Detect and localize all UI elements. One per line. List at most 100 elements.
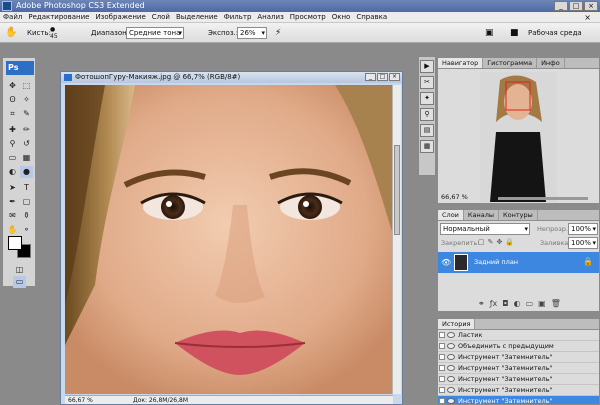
ps-logo: Ps xyxy=(6,61,34,75)
history-item-selected[interactable]: Инструмент "Затемнитель" xyxy=(438,396,599,404)
tab-channels[interactable]: Каналы xyxy=(464,210,500,220)
history-item[interactable]: Инструмент "Затемнитель" xyxy=(438,385,599,396)
tool-presets-icon[interactable]: ✂ xyxy=(420,76,434,89)
menu-edit[interactable]: Редактирование xyxy=(25,12,92,22)
dodge-burn-tool-icon[interactable]: ● xyxy=(20,166,33,178)
doc-size-info[interactable]: Док: 26,8M/26,8M xyxy=(133,396,188,405)
history-item[interactable]: Инструмент "Затемнитель" xyxy=(438,363,599,374)
burn-tool-icon[interactable]: ✋ xyxy=(5,27,17,39)
history-item[interactable]: Ластик xyxy=(438,330,599,341)
marquee-tool-icon[interactable]: ⬚ xyxy=(20,80,33,92)
layer-mask-icon[interactable]: ◘ xyxy=(502,299,508,308)
layer-comps-icon[interactable]: ▦ xyxy=(420,140,434,153)
layer-style-icon[interactable]: ƒx xyxy=(490,299,498,308)
maximize-button[interactable]: □ xyxy=(569,1,583,11)
history-item[interactable]: Инструмент "Затемнитель" xyxy=(438,352,599,363)
menu-view[interactable]: Просмотр xyxy=(287,12,329,22)
scrollbar-thumb[interactable] xyxy=(394,145,400,235)
blur-tool-icon[interactable]: ◐ xyxy=(6,166,19,178)
delete-layer-icon[interactable]: 🗑 xyxy=(551,299,561,308)
shape-tool-icon[interactable]: ▢ xyxy=(20,196,33,208)
menu-help[interactable]: Справка xyxy=(353,12,390,22)
hand-tool-icon[interactable]: ✋ xyxy=(6,224,19,236)
quick-mask-icon[interactable]: ◫ xyxy=(13,264,26,276)
app-title: Adobe Photoshop CS3 Extended xyxy=(16,1,145,10)
workspace-menu[interactable]: Рабочая среда xyxy=(528,27,582,39)
adjustment-layer-icon[interactable]: ◐ xyxy=(514,299,521,308)
history-brush-icon[interactable]: ↺ xyxy=(20,138,33,150)
brush-tool-icon[interactable]: ✏ xyxy=(20,124,33,136)
tab-layers[interactable]: Слои xyxy=(438,210,464,220)
zoom-level[interactable]: 66,67 % xyxy=(68,396,93,405)
lock-icons[interactable]: ▢✎✥🔒 xyxy=(478,238,517,246)
history-item[interactable]: Объединить с предыдущим xyxy=(438,341,599,352)
menu-image[interactable]: Изображение xyxy=(92,12,148,22)
tab-info[interactable]: Инфо xyxy=(537,58,565,68)
navigator-zoom-slider[interactable] xyxy=(498,197,588,200)
doc-maximize-button[interactable]: □ xyxy=(377,73,388,81)
range-select[interactable]: Средние тона xyxy=(126,27,184,39)
play-actions-icon[interactable]: ▶ xyxy=(420,60,434,73)
options-bar: ✋ Кисть: ● 45 Диапазон: Средние тона Экс… xyxy=(0,23,600,43)
tab-history[interactable]: История xyxy=(438,319,476,329)
new-layer-icon[interactable]: ▣ xyxy=(538,299,546,308)
document-vertical-scrollbar[interactable] xyxy=(392,85,401,394)
gradient-tool-icon[interactable]: ▦ xyxy=(20,152,33,164)
screen-mode-icon[interactable]: ▭ xyxy=(13,276,26,288)
layer-thumbnail xyxy=(454,254,468,271)
eyedropper-tool-icon[interactable]: ⚱ xyxy=(20,210,33,222)
navigator-panel: Навигатор Гистограмма Инфо 66,67 % xyxy=(437,57,600,204)
brushes-icon[interactable]: ✦ xyxy=(420,92,434,105)
menu-layer[interactable]: Слой xyxy=(149,12,173,22)
doc-close-button[interactable]: × xyxy=(389,73,400,81)
healing-brush-icon[interactable]: ✚ xyxy=(6,124,19,136)
clone-stamp-icon[interactable]: ⚲ xyxy=(6,138,19,150)
eraser-tool-icon[interactable]: ▭ xyxy=(6,152,19,164)
close-button[interactable]: × xyxy=(584,1,598,11)
menu-window[interactable]: Окно xyxy=(329,12,354,22)
notes-icon[interactable]: ▤ xyxy=(420,124,434,137)
doc-minimize-button[interactable]: _ xyxy=(365,73,376,81)
crop-tool-icon[interactable]: ⌗ xyxy=(6,108,19,120)
canvas-photo[interactable] xyxy=(65,85,393,394)
link-layers-icon[interactable]: ⚭ xyxy=(478,299,485,308)
new-group-icon[interactable]: ▭ xyxy=(526,299,534,308)
clone-source-icon[interactable]: ⚲ xyxy=(420,108,434,121)
menu-filter[interactable]: Фильтр xyxy=(221,12,255,22)
layer-name: Задний план xyxy=(474,258,519,266)
type-tool-icon[interactable]: T xyxy=(20,182,33,194)
menu-file[interactable]: Файл xyxy=(0,12,25,22)
opacity-input[interactable]: 100% xyxy=(568,223,598,235)
tab-navigator[interactable]: Навигатор xyxy=(438,58,484,68)
zoom-tool-icon[interactable]: ⚬ xyxy=(20,224,33,236)
lasso-tool-icon[interactable]: ʘ xyxy=(6,94,19,106)
move-tool-icon[interactable]: ✥ xyxy=(6,80,19,92)
minimize-button[interactable]: _ xyxy=(554,1,568,11)
layer-row-background[interactable]: 👁 Задний план 🔒 xyxy=(438,252,599,273)
navigator-zoom-value[interactable]: 66,67 % xyxy=(441,193,468,201)
airbrush-icon[interactable]: ⚡ xyxy=(275,27,281,39)
pen-tool-icon[interactable]: ✒ xyxy=(6,196,19,208)
eye-visibility-icon[interactable]: 👁 xyxy=(441,258,451,267)
brush-label: Кисть: xyxy=(27,29,51,37)
ps-document-icon xyxy=(64,74,72,81)
exposure-input[interactable]: 26% xyxy=(237,27,267,39)
blend-mode-select[interactable]: Нормальный xyxy=(440,223,530,235)
burn-step-icon xyxy=(447,398,455,404)
tab-paths[interactable]: Контуры xyxy=(499,210,538,220)
notes-tool-icon[interactable]: ✉ xyxy=(6,210,19,222)
navigator-thumbnail[interactable] xyxy=(480,72,557,202)
slice-tool-icon[interactable]: ✎ xyxy=(20,108,33,120)
history-item[interactable]: Инструмент "Затемнитель" xyxy=(438,374,599,385)
bridge-icon[interactable]: ▣ xyxy=(485,27,494,39)
workspace-icon[interactable]: ■ xyxy=(510,27,519,39)
doc-close-icon[interactable]: × xyxy=(581,12,594,23)
path-selection-icon[interactable]: ➤ xyxy=(6,182,19,194)
menu-select[interactable]: Выделение xyxy=(173,12,221,22)
foreground-color-swatch[interactable] xyxy=(8,236,22,250)
layer-lock-icon: 🔒 xyxy=(583,257,593,266)
fill-input[interactable]: 100% xyxy=(568,237,598,249)
tab-histogram[interactable]: Гистограмма xyxy=(483,58,538,68)
magic-wand-tool-icon[interactable]: ✧ xyxy=(20,94,33,106)
menu-analysis[interactable]: Анализ xyxy=(254,12,286,22)
